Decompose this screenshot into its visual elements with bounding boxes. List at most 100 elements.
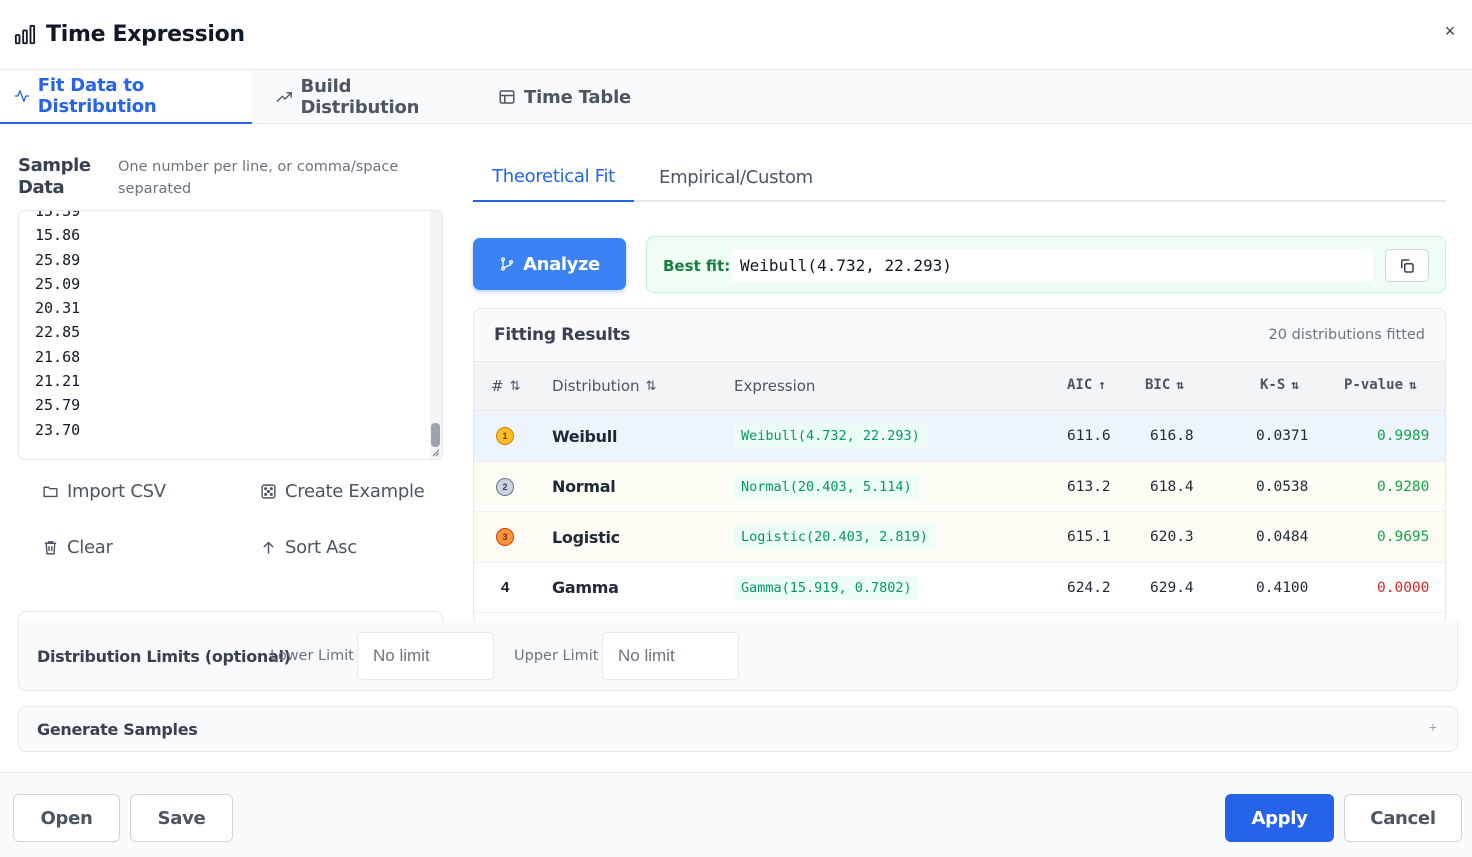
column-header-expression: Expression	[734, 377, 815, 395]
upper-limit-label: Upper Limit	[514, 648, 599, 664]
tab-empirical-custom[interactable]: Empirical/Custom	[634, 152, 813, 202]
column-pvalue-label: P-value	[1344, 377, 1404, 393]
git-branch-icon	[501, 257, 514, 271]
sample-data-hint: One number per line, or comma/space sepa…	[118, 159, 399, 197]
sort-icon: ⇅	[509, 378, 521, 394]
column-header-rank[interactable]: # ⇅	[491, 377, 520, 395]
copy-button[interactable]	[1385, 249, 1429, 282]
column-aic-label: AIC	[1067, 377, 1093, 393]
data-line: 21.21	[35, 372, 81, 391]
table-row[interactable]: 4 Gamma Gamma(15.919, 0.7802) 624.2 629.…	[474, 562, 1445, 613]
distribution-name: Normal	[552, 477, 616, 496]
import-csv-label: Import CSV	[67, 481, 166, 502]
table-row[interactable]: 2 Normal Normal(20.403, 5.114) 613.2 618…	[474, 461, 1445, 512]
expand-plus-icon[interactable]: +	[1429, 719, 1437, 735]
time-expression-dialog: Time Expression × Fit Data to Distributi…	[0, 0, 1472, 857]
aic-value: 624.2	[1067, 579, 1111, 596]
sample-data-label: Sample Data	[18, 155, 91, 198]
sample-data-textarea[interactable]: 13.39 15.86 25.89 25.09 20.31 22.85 21.6…	[18, 210, 443, 460]
column-bic-label: BIC	[1145, 377, 1171, 393]
tab-build-distribution[interactable]: Build Distribution	[252, 70, 474, 124]
fit-mode-tabs: Theoretical Fit Empirical/Custom	[473, 152, 1446, 202]
main-tabs: Fit Data to Distribution Build Distribut…	[0, 70, 1472, 124]
sort-asc-button[interactable]: Sort Asc	[260, 537, 357, 558]
import-csv-button[interactable]: Import CSV	[42, 481, 166, 502]
fitting-results-header: Fitting Results 20 distributions fitted	[474, 309, 1445, 362]
distribution-name: Logistic	[552, 527, 620, 547]
bic-value: 629.4	[1150, 579, 1194, 596]
close-icon[interactable]: ×	[1442, 20, 1458, 42]
column-header-pvalue[interactable]: P-value ⇅	[1344, 377, 1417, 393]
table-row[interactable]: 1 Weibull Weibull(4.732, 22.293) 611.6 6…	[474, 411, 1445, 462]
column-header-aic[interactable]: AIC ↑	[1067, 377, 1106, 393]
open-button[interactable]: Open	[13, 794, 120, 842]
table-row[interactable]: 3 Logistic Logistic(20.403, 2.819) 615.1…	[474, 512, 1445, 563]
distribution-name: Gamma	[552, 578, 619, 597]
clear-label: Clear	[67, 537, 113, 558]
fitting-results-panel: Fitting Results 20 distributions fitted …	[473, 308, 1446, 624]
ks-value: 0.0371	[1256, 428, 1309, 444]
apply-button[interactable]: Apply	[1225, 794, 1334, 842]
sort-asc-label: Sort Asc	[285, 537, 357, 558]
pvalue-value: 0.9989	[1377, 428, 1430, 444]
analyze-label: Analyze	[523, 253, 600, 275]
tab-build-distribution-label: Build Distribution	[300, 76, 420, 118]
data-line: 25.09	[35, 274, 81, 293]
clear-button[interactable]: Clear	[42, 537, 113, 558]
bic-value: 618.4	[1150, 478, 1194, 495]
data-line: 25.79	[35, 396, 81, 415]
trending-up-icon	[276, 92, 292, 102]
dialog-header: Time Expression ×	[0, 0, 1472, 70]
column-header-ks[interactable]: K-S ⇅	[1260, 377, 1299, 393]
cancel-button[interactable]: Cancel	[1344, 794, 1462, 842]
bic-value: 620.3	[1150, 529, 1194, 545]
tab-time-table[interactable]: Time Table	[474, 70, 643, 124]
sort-icon: ⇅	[1176, 377, 1185, 393]
bic-value: 616.8	[1150, 428, 1194, 444]
data-line: 15.86	[35, 226, 81, 245]
tab-theoretical-fit[interactable]: Theoretical Fit	[473, 152, 634, 202]
textarea-scroll-thumb[interactable]	[431, 423, 440, 447]
column-distribution-label: Distribution	[552, 377, 640, 395]
pvalue-value: 0.0000	[1377, 579, 1430, 596]
tab-fit-data-label: Fit Data to Distribution	[37, 75, 157, 117]
generate-samples-section[interactable]: Generate Samples +	[18, 706, 1458, 752]
ks-value: 0.0538	[1256, 478, 1309, 495]
folder-icon	[43, 486, 58, 498]
textarea-scrollbar[interactable]	[430, 211, 442, 459]
data-line: 22.85	[35, 323, 81, 342]
pvalue-value: 0.9280	[1377, 478, 1430, 495]
fitting-results-title: Fitting Results	[494, 325, 631, 345]
sort-ascending-icon: ↑	[1098, 377, 1107, 393]
aic-value: 613.2	[1067, 478, 1111, 495]
data-line: 23.70	[35, 420, 81, 439]
column-header-bic[interactable]: BIC ⇅	[1145, 377, 1184, 393]
save-button[interactable]: Save	[130, 794, 233, 842]
tab-fit-data[interactable]: Fit Data to Distribution	[0, 70, 252, 124]
lower-limit-label: Lower Limit	[270, 648, 354, 664]
column-header-distribution[interactable]: Distribution ⇅	[552, 377, 656, 395]
bronze-medal-icon: 3	[496, 528, 514, 546]
column-rank-label: #	[491, 377, 504, 395]
distribution-limits-title: Distribution Limits (optional)	[37, 647, 291, 666]
sample-data-lines: 13.39 15.86 25.89 25.09 20.31 22.85 21.6…	[35, 211, 81, 442]
column-expression-label: Expression	[734, 377, 816, 395]
sort-icon: ⇅	[1291, 377, 1300, 393]
data-line: 21.68	[35, 347, 81, 366]
create-example-button[interactable]: Create Example	[260, 481, 425, 502]
best-fit-banner: Best fit: Weibull(4.732, 22.293)	[646, 236, 1446, 293]
table-icon	[499, 90, 515, 104]
best-fit-label: Best fit:	[663, 257, 731, 275]
pvalue-value: 0.9695	[1377, 529, 1430, 545]
dialog-footer: Open Save Apply Cancel	[0, 772, 1472, 857]
resize-handle-icon[interactable]	[432, 449, 440, 457]
lower-limit-input[interactable]: No limit	[357, 632, 494, 680]
table-header: # ⇅ Distribution ⇅ Expression AIC ↑ BIC …	[474, 362, 1445, 411]
copy-icon	[1401, 258, 1414, 273]
sort-icon: ⇅	[1409, 377, 1417, 393]
analyze-button[interactable]: Analyze	[473, 238, 626, 290]
sort-icon: ⇅	[645, 378, 657, 394]
rank-number: 4	[501, 579, 510, 596]
upper-limit-input[interactable]: No limit	[602, 632, 739, 680]
arrow-up-icon	[263, 541, 274, 554]
